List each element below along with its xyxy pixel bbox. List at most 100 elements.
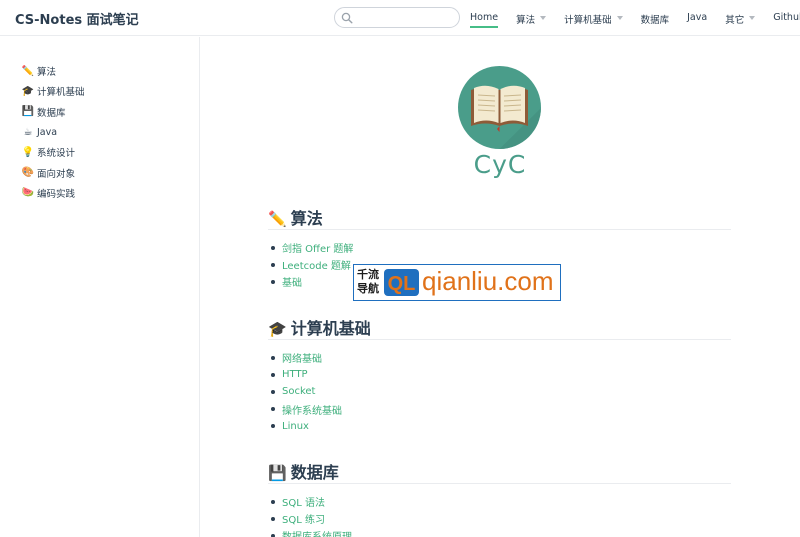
section-divider <box>268 339 731 340</box>
link-db-principles[interactable]: 数据库系统原理 <box>271 527 352 537</box>
sidebar-item-oop[interactable]: 🎨 面向对象 <box>21 162 199 182</box>
section-links-database: SQL 语法 SQL 练习 数据库系统原理 <box>271 493 352 537</box>
site-title[interactable]: CS-Notes 面试笔记 <box>15 9 139 28</box>
bullet <box>271 355 275 360</box>
bullet <box>271 407 275 412</box>
palette-icon: 🎨 <box>21 167 35 179</box>
bullet <box>271 516 275 521</box>
link-label: Socket <box>282 386 316 398</box>
nav-label: 算法 <box>516 15 536 26</box>
watermelon-icon: 🍉 <box>21 187 35 199</box>
nav-label: 其它 <box>725 15 745 26</box>
link-leetcode[interactable]: Leetcode 题解 <box>271 256 353 273</box>
link-label: 剑指 Offer 题解 <box>282 244 354 256</box>
graduation-cap-icon: 🎓 <box>21 85 35 97</box>
watermark-cn-line: 导航 <box>357 282 379 295</box>
watermark-text: qianliu.com <box>422 266 554 296</box>
floppy-disk-icon: 💾 <box>268 464 287 482</box>
sidebar-item-label: 系统设计 <box>37 148 76 160</box>
section-divider <box>268 483 731 484</box>
pencil-icon: ✏️ <box>21 65 35 77</box>
nav-item-cs-basics[interactable]: 计算机基础 <box>564 0 623 36</box>
link-basics[interactable]: 基础 <box>271 273 353 290</box>
link-network-basics[interactable]: 网络基础 <box>271 349 342 366</box>
sidebar-item-label: 计算机基础 <box>37 87 85 99</box>
section-heading-cs-basics: 🎓 计算机基础 <box>268 315 371 339</box>
sidebar-item-cs-basics[interactable]: 🎓 计算机基础 <box>21 81 199 101</box>
link-label: 基础 <box>282 278 302 290</box>
light-bulb-icon: 💡 <box>21 146 35 158</box>
section-heading-database: 💾 数据库 <box>268 459 339 483</box>
link-sql-syntax[interactable]: SQL 语法 <box>271 493 352 510</box>
section-links-cs-basics: 网络基础 HTTP Socket 操作系统基础 Linux <box>271 349 342 435</box>
link-label: 数据库系统原理 <box>282 528 352 537</box>
section-title: 计算机基础 <box>290 319 371 338</box>
nav-item-other[interactable]: 其它 <box>725 0 756 36</box>
nav-links: Home 算法 计算机基础 数据库 Java 其它 Github <box>470 0 800 36</box>
sidebar-item-algorithms[interactable]: ✏️ 算法 <box>21 61 199 81</box>
link-os-basics[interactable]: 操作系统基础 <box>271 401 342 418</box>
bullet <box>271 424 275 429</box>
nav-label: Github <box>773 12 800 23</box>
sidebar-item-label: 面向对象 <box>37 168 76 180</box>
nav-item-database[interactable]: 数据库 <box>641 0 670 36</box>
watermark-badge: QL <box>384 269 419 296</box>
caret-down-icon <box>749 16 756 20</box>
sidebar-item-label: 数据库 <box>37 107 66 119</box>
search-box[interactable] <box>334 7 460 28</box>
search-icon <box>341 12 353 24</box>
caret-down-icon <box>540 16 547 20</box>
link-label: HTTP <box>282 369 308 381</box>
graduation-cap-icon: 🎓 <box>268 320 287 338</box>
watermark-badge-text: QL <box>388 273 416 295</box>
nav-item-algorithms[interactable]: 算法 <box>516 0 547 36</box>
sidebar: ✏️ 算法 🎓 计算机基础 💾 数据库 ☕ Java 💡 系统设计 🎨 面向对象 🍉 编码实践 <box>0 37 200 537</box>
sidebar-list: ✏️ 算法 🎓 计算机基础 💾 数据库 ☕ Java 💡 系统设计 🎨 面向对象 🍉 编码实践 <box>0 37 199 203</box>
sidebar-item-java[interactable]: ☕ Java <box>21 122 199 142</box>
bullet <box>271 279 275 284</box>
sidebar-item-label: 编码实践 <box>37 188 76 200</box>
bullet <box>271 372 275 377</box>
bullet <box>271 389 275 394</box>
bullet <box>271 499 275 504</box>
link-label: 操作系统基础 <box>282 405 342 417</box>
nav-item-java[interactable]: Java <box>687 0 707 36</box>
sidebar-item-system-design[interactable]: 💡 系统设计 <box>21 142 199 162</box>
sidebar-item-database[interactable]: 💾 数据库 <box>21 102 199 122</box>
section-heading-algorithms: ✏️ 算法 <box>268 205 323 229</box>
section-links-algorithms: 剑指 Offer 题解 Leetcode 题解 基础 <box>271 239 353 291</box>
link-label: Leetcode 题解 <box>282 261 351 273</box>
open-book-icon <box>471 85 541 149</box>
link-socket[interactable]: Socket <box>271 383 342 400</box>
nav-label: 计算机基础 <box>564 15 612 26</box>
watermark-cn-text: 千流 导航 <box>357 268 383 296</box>
sidebar-item-label: Java <box>37 126 58 138</box>
logo <box>458 66 541 149</box>
coffee-icon: ☕ <box>23 126 33 138</box>
bullet <box>271 245 275 250</box>
nav-item-github[interactable]: Github <box>773 0 800 36</box>
pencil-icon: ✏️ <box>268 210 287 228</box>
watermark: 千流 导航 QL qianliu.com <box>353 264 561 301</box>
sidebar-item-coding-practice[interactable]: 🍉 编码实践 <box>21 183 199 203</box>
link-label: SQL 练习 <box>282 515 325 527</box>
link-linux[interactable]: Linux <box>271 418 342 435</box>
link-label: SQL 语法 <box>282 498 325 510</box>
section-divider <box>268 229 731 230</box>
link-http[interactable]: HTTP <box>271 366 342 383</box>
caret-down-icon <box>616 16 623 20</box>
bullet <box>271 262 275 267</box>
watermark-cn-line: 千流 <box>357 268 379 281</box>
sidebar-item-label: 算法 <box>37 67 57 79</box>
link-sword-offer[interactable]: 剑指 Offer 题解 <box>271 239 353 256</box>
navbar: CS-Notes 面试笔记 Home 算法 计算机基础 数据库 Java 其它 <box>0 0 800 36</box>
section-title: 数据库 <box>290 463 339 482</box>
floppy-disk-icon: 💾 <box>21 106 35 118</box>
link-label: Linux <box>282 420 309 432</box>
nav-label: Java <box>687 12 708 23</box>
nav-label: Home <box>470 12 499 28</box>
hero-title: CyC <box>473 150 527 179</box>
link-sql-practice[interactable]: SQL 练习 <box>271 510 352 527</box>
search-input[interactable] <box>355 10 455 25</box>
nav-item-home[interactable]: Home <box>470 0 499 36</box>
